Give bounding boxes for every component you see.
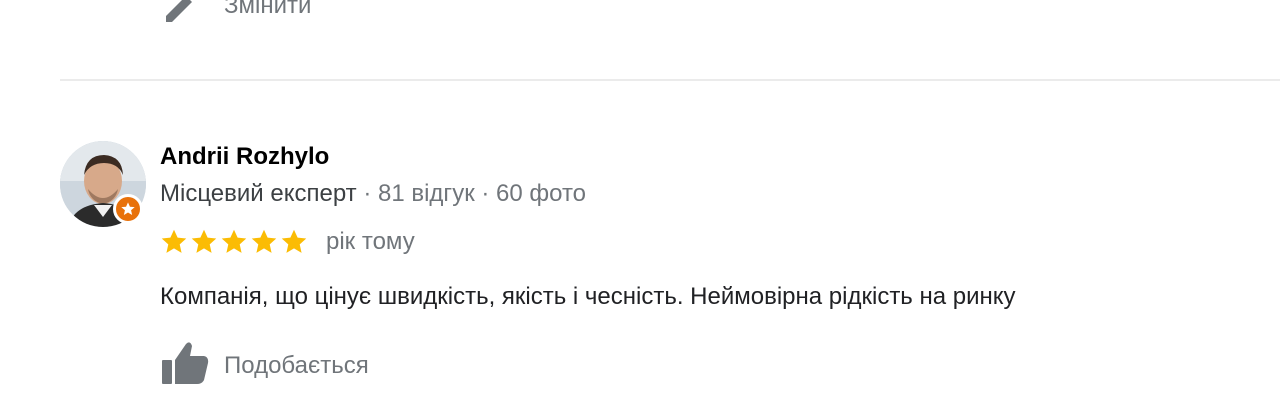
like-label: Подобається <box>224 351 369 379</box>
meta-separator: · <box>356 180 378 207</box>
photos-count: 60 фото <box>496 180 587 207</box>
local-guide-star-icon <box>113 194 143 224</box>
author-level: Місцевий експерт <box>160 180 357 207</box>
author-meta[interactable]: Місцевий експерт · 81 відгук · 60 фото <box>160 180 586 208</box>
thumbs-up-icon <box>160 340 210 391</box>
edit-label: Змінити <box>224 0 312 19</box>
review-time: рік тому <box>326 228 415 255</box>
review-text: Компанія, що цінує швидкість, якість і ч… <box>160 283 1016 310</box>
star-icon <box>281 229 307 253</box>
rating-row: рік тому <box>160 228 415 256</box>
star-rating <box>160 228 308 256</box>
author-name[interactable]: Andrii Rozhylo <box>160 143 329 171</box>
divider <box>60 79 1280 81</box>
meta-separator: · <box>474 180 497 207</box>
star-icon <box>191 229 217 253</box>
pencil-icon <box>160 0 200 26</box>
star-icon <box>221 229 247 253</box>
reviews-count: 81 відгук <box>377 180 475 207</box>
like-button[interactable]: Подобається <box>160 340 369 391</box>
star-icon <box>161 229 187 253</box>
review-page: Змінити Andrii Rozhylo Місцевий експерт … <box>0 0 1280 417</box>
edit-review-action[interactable]: Змінити <box>160 0 311 26</box>
avatar[interactable] <box>60 141 146 227</box>
star-icon <box>251 229 277 253</box>
